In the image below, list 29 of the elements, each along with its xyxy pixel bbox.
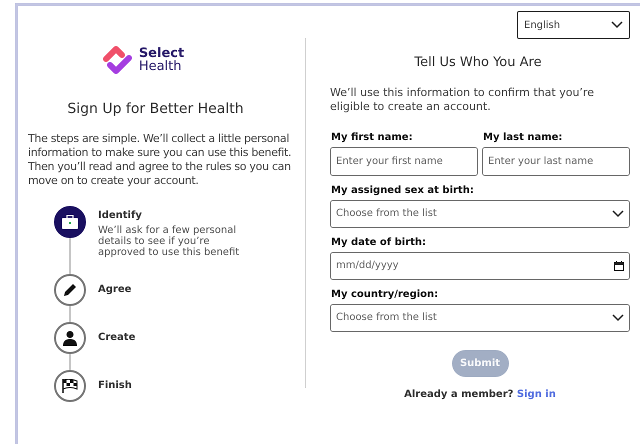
text-input[interactable]: Enter your first name [330, 146, 478, 176]
select-dropdown[interactable]: Choose from the list [330, 304, 630, 332]
language-dropdown[interactable]: English [517, 11, 630, 39]
field-label: My last name: [482, 130, 564, 144]
select-dropdown[interactable]: Choose from the list [330, 200, 630, 228]
form-description: We’ll use this information to confirm that you’re eligible to create an account. [330, 86, 595, 114]
chevron-down-icon [612, 210, 624, 218]
brand-name: Health [138, 60, 183, 73]
field-label: My country/region: [330, 288, 440, 302]
logo-icon [102, 44, 133, 76]
calendar-icon [614, 260, 624, 270]
step-label: Finish [98, 379, 132, 393]
field-label: My first name: [330, 130, 414, 144]
step-label: Create [98, 331, 136, 345]
text-input[interactable]: Enter your last name [482, 146, 630, 176]
brand-name: Select [138, 47, 184, 60]
step-label: Agree [98, 283, 132, 297]
chevron-down-icon [611, 21, 623, 29]
step-description: We’ll ask for a few personal details to see if you’re approved to use this benefit [98, 225, 240, 258]
chevron-down-icon [612, 314, 624, 322]
signin-prompt: Already a member? Sign in [404, 388, 556, 402]
signin-link[interactable]: Sign in [516, 388, 556, 400]
page-heading: Sign Up for Better Health [66, 100, 245, 119]
date-input[interactable]: mm/dd/yyyy [330, 252, 630, 280]
intro-text: The steps are simple. We’ll collect a little personal information to make sure you can use this benefit. Then you’ll read and agree to the rules so you can move on to create your account. [28, 132, 292, 188]
form-heading: Tell Us Who You Are [413, 54, 543, 72]
step-label: Identify [98, 209, 143, 223]
field-label: My date of birth: [330, 236, 428, 250]
field-label: My assigned sex at birth: [330, 184, 475, 198]
